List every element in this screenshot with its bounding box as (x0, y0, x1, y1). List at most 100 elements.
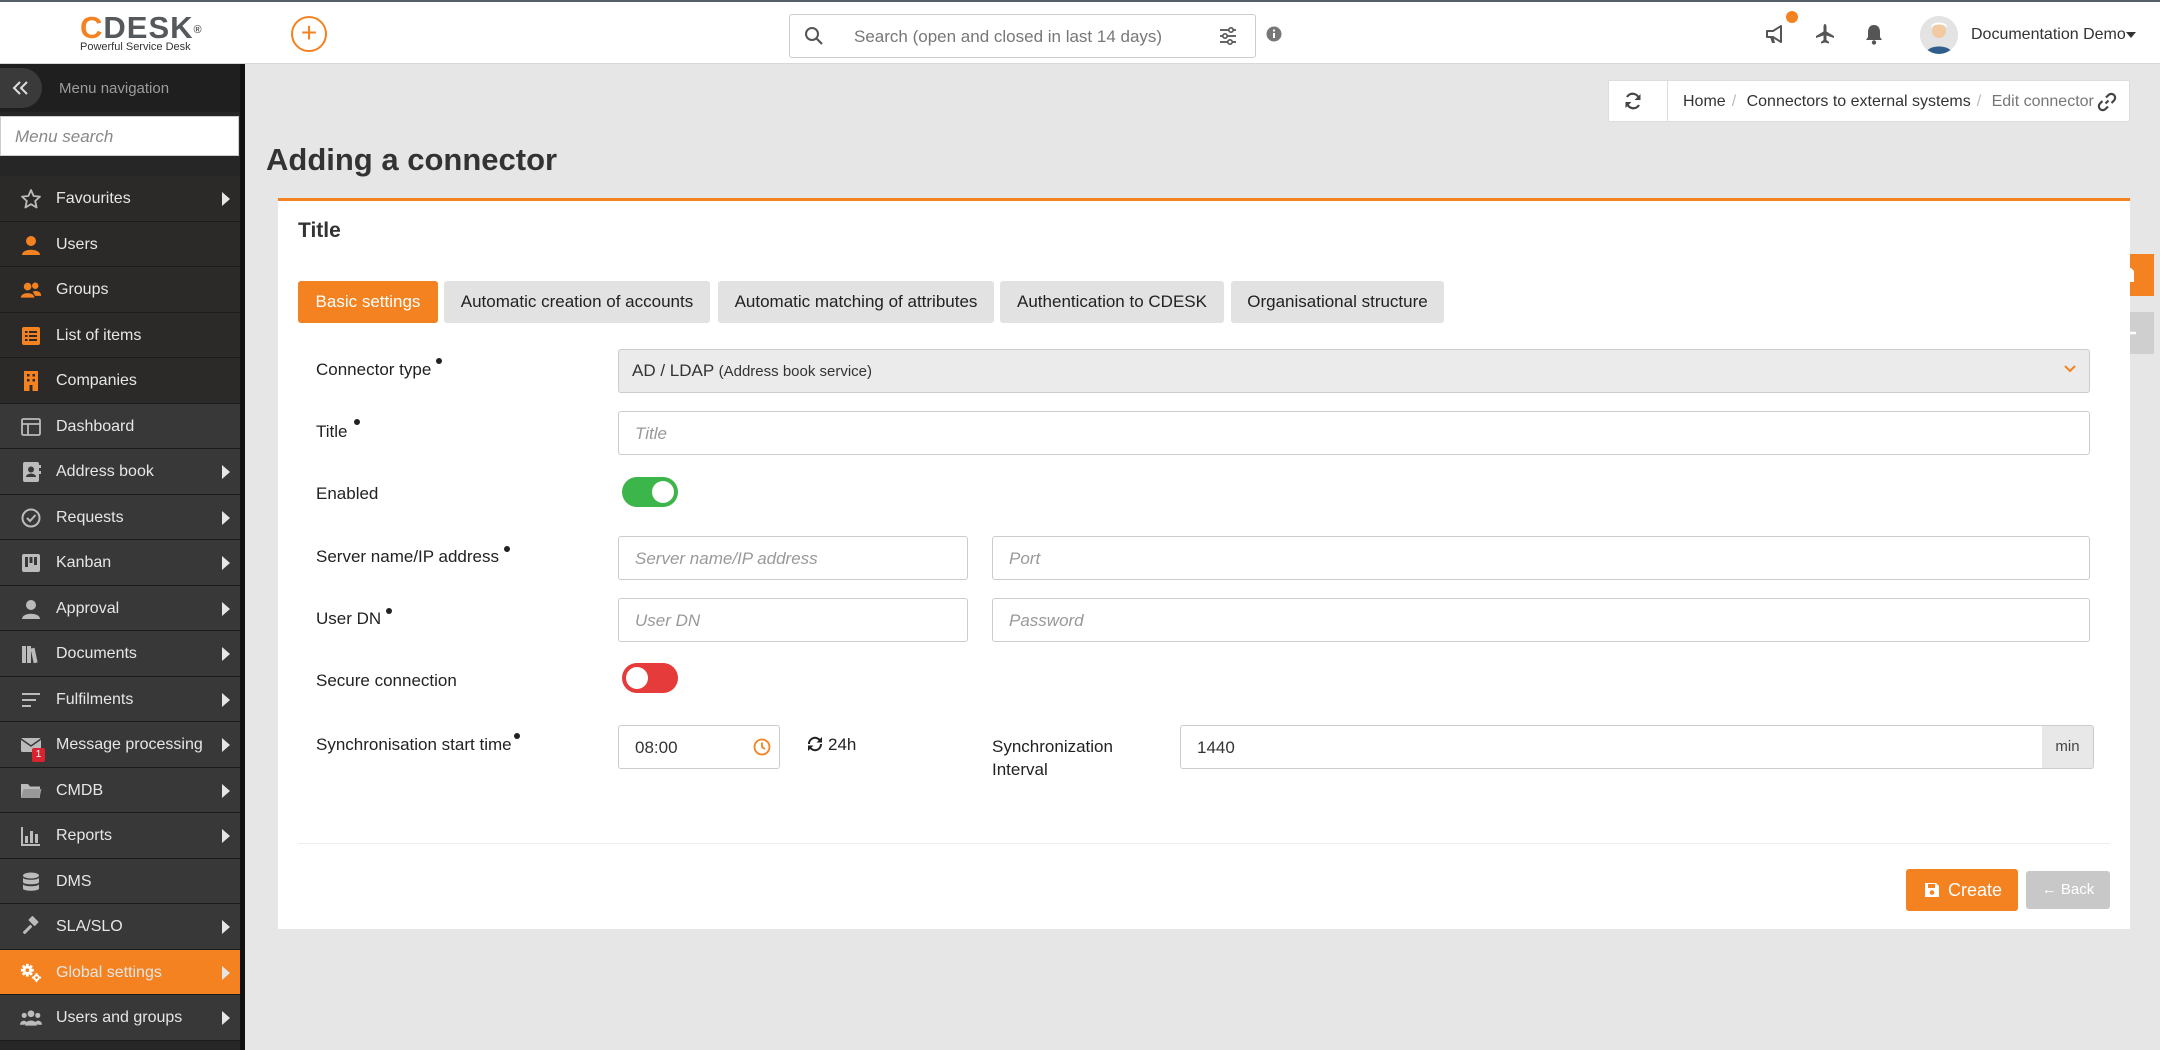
sidebar-item-sla-slo[interactable]: SLA/SLO (0, 904, 240, 950)
sidebar-item-label: Groups (56, 281, 109, 298)
sidebar-item-dashboard[interactable]: Dashboard (0, 403, 240, 449)
info-icon[interactable] (1266, 26, 1282, 42)
repeat-icon (807, 736, 823, 752)
sidebar-item-label: Fulfilments (56, 690, 134, 708)
sidebar: Menu navigation Menu search Favourites U… (0, 64, 245, 1050)
caret-right-icon (222, 465, 230, 479)
sidebar-item-approval[interactable]: Approval (0, 585, 240, 631)
sidebar-item-cmdb[interactable]: CMDB (0, 767, 240, 813)
server-input[interactable]: Server name/IP address (618, 536, 968, 580)
sync-interval-input[interactable]: 1440 (1180, 725, 2043, 769)
breadcrumb-divider (1667, 81, 1668, 121)
create-button[interactable]: Create (1906, 869, 2018, 911)
users-icon (20, 282, 42, 298)
caret-right-icon (222, 738, 230, 752)
sidebar-item-dms[interactable]: DMS (0, 858, 240, 904)
search-icon (804, 26, 824, 46)
user-avatar[interactable] (1920, 16, 1958, 54)
sidebar-item-requests[interactable]: Requests (0, 494, 240, 540)
collapse-sidebar-button[interactable] (0, 68, 42, 108)
sidebar-header: Menu navigation (0, 64, 240, 112)
server-label: Server name/IP address (316, 547, 499, 566)
sidebar-item-groups[interactable]: Groups (0, 267, 240, 313)
secure-connection-toggle[interactable] (622, 663, 678, 693)
tab-authentication-to-cdesk[interactable]: Authentication to CDESK (1000, 281, 1224, 323)
filter-sliders-icon[interactable] (1218, 26, 1238, 46)
secure-connection-label: Secure connection (316, 671, 457, 690)
kanban-icon (22, 554, 40, 572)
chart-icon (21, 827, 40, 846)
connector-type-select[interactable]: AD / LDAP (Address book service) (618, 349, 2090, 393)
clock-icon[interactable] (753, 738, 771, 756)
link-icon[interactable] (2097, 92, 2117, 112)
sidebar-item-users[interactable]: Users (0, 221, 240, 267)
sidebar-item-label: Global settings (56, 963, 162, 981)
connector-form-panel: Title Basic settings Automatic creation … (278, 198, 2130, 929)
back-button[interactable]: ← Back (2026, 871, 2110, 909)
sync-interval-unit: min (2042, 725, 2094, 769)
tab-automatic-matching-of-attributes[interactable]: Automatic matching of attributes (718, 281, 994, 323)
user-dn-input[interactable]: User DN (618, 598, 968, 642)
sidebar-header-label: Menu navigation (59, 80, 170, 97)
sidebar-item-kanban[interactable]: Kanban (0, 540, 240, 586)
sidebar-item-global-settings[interactable]: Global settings (0, 949, 240, 995)
enabled-toggle[interactable] (622, 477, 678, 507)
search-input[interactable]: Search (open and closed in last 14 days) (854, 27, 1162, 47)
title-label: Title (316, 422, 348, 441)
sidebar-item-label: List of items (56, 326, 142, 344)
list-icon (22, 326, 40, 345)
add-new-button[interactable]: + (291, 16, 327, 52)
building-icon (24, 371, 38, 391)
tab-automatic-creation-of-accounts[interactable]: Automatic creation of accounts (444, 281, 710, 323)
sidebar-item-label: Favourites (56, 190, 131, 207)
global-search[interactable]: Search (open and closed in last 14 days) (789, 14, 1256, 58)
sync-start-time-input[interactable]: 08:00 (618, 725, 780, 769)
refresh-icon[interactable] (1623, 91, 1643, 111)
password-input[interactable]: Password (992, 598, 2090, 642)
sidebar-item-message-processing[interactable]: 1 Message processing (0, 722, 240, 768)
chevron-down-icon[interactable] (2126, 32, 2136, 38)
breadcrumb-connectors[interactable]: Connectors to external systems (1747, 93, 1971, 110)
connector-type-label: Connector type (316, 360, 432, 379)
title-input[interactable]: Title (618, 411, 2090, 455)
user-name[interactable]: Documentation Demo (1971, 26, 2126, 44)
sync-cycle: 24h (806, 735, 856, 755)
star-icon (21, 189, 41, 209)
bell-icon[interactable] (1864, 23, 1884, 45)
sidebar-item-label: Users (56, 235, 98, 253)
sidebar-item-reports[interactable]: Reports (0, 813, 240, 859)
sidebar-item-companies[interactable]: Companies (0, 358, 240, 404)
airplane-icon[interactable] (1814, 23, 1836, 45)
sidebar-item-label: Companies (56, 372, 137, 389)
approval-icon (22, 599, 40, 619)
sidebar-item-documents[interactable]: Documents (0, 631, 240, 677)
menu-search-input[interactable]: Menu search (0, 116, 239, 156)
user-dn-label: User DN (316, 609, 382, 628)
connector-type-value: AD / LDAP (632, 361, 714, 380)
sidebar-item-address-book[interactable]: Address book (0, 449, 240, 495)
database-icon (23, 872, 39, 891)
breadcrumb-home[interactable]: Home (1683, 93, 1726, 110)
megaphone-icon[interactable] (1764, 23, 1786, 45)
tab-basic-settings[interactable]: Basic settings (298, 281, 438, 323)
page-title: Adding a connector (266, 142, 558, 177)
caret-right-icon (222, 783, 230, 798)
sidebar-item-list-of-items[interactable]: List of items (0, 312, 240, 358)
users-groups-icon (20, 1010, 42, 1026)
sidebar-item-fulfilments[interactable]: Fulfilments (0, 676, 240, 722)
sidebar-item-label: Approval (56, 599, 120, 617)
tab-organisational-structure[interactable]: Organisational structure (1231, 281, 1444, 323)
user-icon (22, 235, 40, 255)
create-button-label: Create (1948, 880, 2003, 900)
save-icon (1925, 883, 1939, 897)
required-marker (354, 419, 360, 425)
sidebar-item-label: Reports (56, 827, 113, 844)
caret-right-icon (222, 192, 230, 206)
arrow-left-icon: ← (2041, 881, 2057, 898)
logo[interactable]: CDESK® Powerful Service Desk (80, 12, 203, 53)
sidebar-item-favourites[interactable]: Favourites (0, 176, 240, 222)
sidebar-item-users-and-groups[interactable]: Users and groups (0, 995, 240, 1041)
port-input[interactable]: Port (992, 536, 2090, 580)
caret-right-icon (222, 510, 230, 525)
sidebar-item-label: Requests (56, 508, 124, 526)
